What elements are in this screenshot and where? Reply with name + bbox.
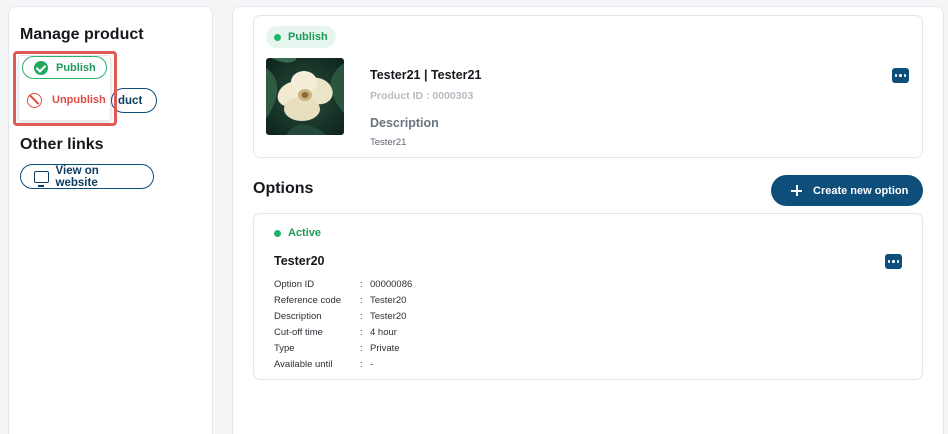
status-dot-icon xyxy=(274,229,281,237)
more-dot xyxy=(899,74,902,77)
product-status-label: Publish xyxy=(288,31,328,43)
detail-colon: : xyxy=(360,294,363,306)
detail-key: Option ID xyxy=(274,278,315,290)
product-name: Tester21 | Tester21 xyxy=(370,68,482,82)
option-details: Option ID:00000086 Reference code: Tester… xyxy=(274,276,574,372)
detail-colon: : xyxy=(360,326,363,338)
options-heading: Options xyxy=(253,180,314,197)
more-dots-icon xyxy=(887,260,891,263)
option-detail-row: Reference code: Tester20 xyxy=(274,292,574,308)
more-dot xyxy=(892,260,895,263)
detail-value: - xyxy=(370,358,374,370)
product-image xyxy=(266,58,344,135)
product-status-badge: Publish xyxy=(266,26,336,48)
product-more-options-button[interactable] xyxy=(892,68,909,83)
highlight-box xyxy=(13,51,117,126)
manage-product-title: Manage product xyxy=(20,26,144,43)
description-heading: Description xyxy=(370,116,439,130)
product-card: Publish Tester21 | Tester21 Product ID :… xyxy=(253,15,923,158)
other-links-title: Other links xyxy=(20,136,104,153)
plus-icon xyxy=(791,185,802,196)
product-description: Tester21 xyxy=(370,137,407,148)
monitor-icon xyxy=(34,170,49,187)
option-card: Active Tester20 Option ID:00000086 Refer… xyxy=(253,213,923,380)
detail-key: Available until xyxy=(274,358,333,370)
hidden-product-button-label: duct xyxy=(118,94,143,107)
detail-value: Tester20 xyxy=(370,310,407,322)
more-dot xyxy=(903,74,907,77)
option-detail-row: Cut-off time:4 hour xyxy=(274,324,574,340)
option-name: Tester20 xyxy=(274,254,325,268)
detail-value: 00000086 xyxy=(370,278,413,290)
detail-colon: : xyxy=(360,310,363,322)
option-more-options-button[interactable] xyxy=(885,254,902,269)
detail-key: Reference code xyxy=(274,294,342,306)
detail-key: Description xyxy=(274,310,322,322)
detail-key: Type xyxy=(274,342,295,354)
status-dot-icon xyxy=(274,33,281,41)
option-detail-row: Description: Tester20 xyxy=(274,308,574,324)
main-content: Publish Tester21 | Tester21 Product ID :… xyxy=(232,6,944,434)
detail-key: Cut-off time xyxy=(274,326,323,338)
option-detail-row: Type: Private xyxy=(274,340,574,356)
detail-colon: : xyxy=(360,358,363,370)
option-detail-row: Option ID:00000086 xyxy=(274,276,574,292)
detail-colon: : xyxy=(360,342,363,354)
option-detail-row: Available until: - xyxy=(274,356,574,372)
detail-value: 4 hour xyxy=(370,326,397,338)
option-status-label: Active xyxy=(288,227,322,239)
detail-value: Private xyxy=(370,342,400,354)
option-status-badge: Active xyxy=(274,227,321,239)
create-new-option-button[interactable]: Create new option xyxy=(771,175,923,206)
detail-colon: : xyxy=(360,278,363,290)
more-dots-icon xyxy=(894,74,898,77)
product-id: Product ID : 0000303 xyxy=(370,90,474,102)
hidden-product-button[interactable]: duct xyxy=(111,88,157,113)
create-new-option-label: Create new option xyxy=(813,184,909,197)
more-dot xyxy=(896,260,900,263)
detail-value: Tester20 xyxy=(370,294,407,306)
view-on-website-label: View on website xyxy=(55,164,99,189)
view-on-website-button[interactable]: View on website xyxy=(20,164,154,189)
